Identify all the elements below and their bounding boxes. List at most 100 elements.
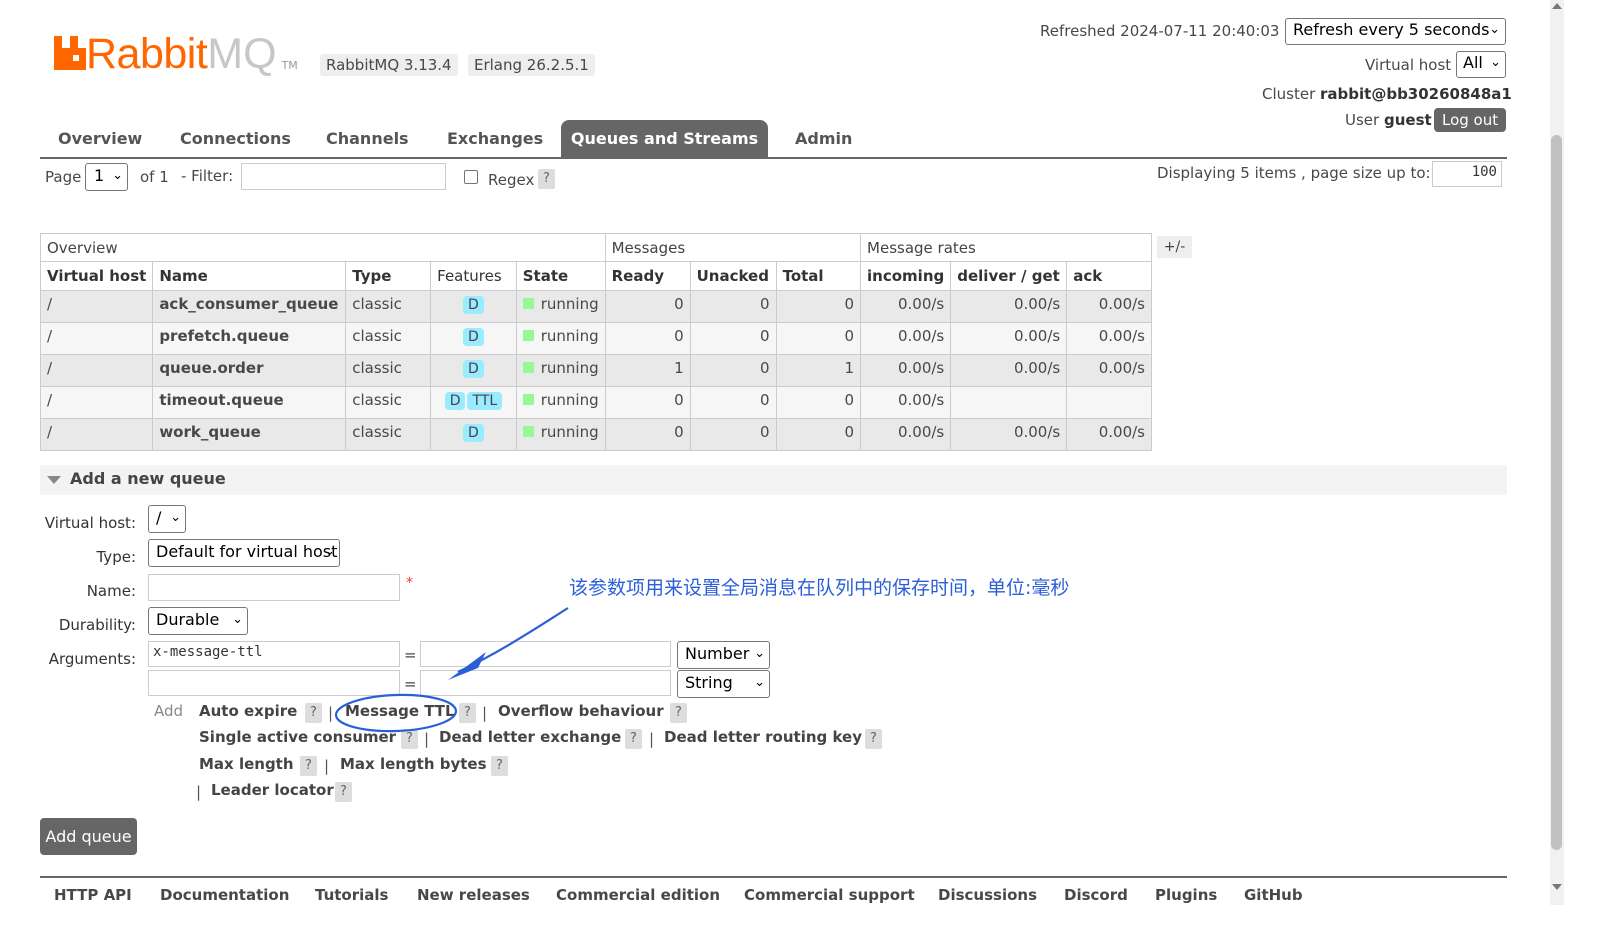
- regex-checkbox[interactable]: [464, 170, 478, 184]
- add-arg-max-length-link[interactable]: Max length: [199, 755, 294, 773]
- refresh-interval-select[interactable]: Refresh every 5 seconds ⌄: [1285, 18, 1506, 45]
- filter-input[interactable]: [241, 163, 446, 190]
- add-arg-max-length-bytes-link[interactable]: Max length bytes: [340, 755, 487, 773]
- column-header-deliver-get[interactable]: deliver / get: [950, 261, 1068, 291]
- cell-ready: 0: [604, 290, 691, 323]
- column-header-state[interactable]: State: [515, 261, 606, 291]
- page-size-input[interactable]: 100: [1432, 161, 1502, 187]
- footer-link-commercial-edition[interactable]: Commercial edition: [556, 886, 720, 904]
- queue-name-link[interactable]: work_queue: [152, 418, 347, 451]
- footer-link-documentation[interactable]: Documentation: [160, 886, 289, 904]
- scrollbar-thumb[interactable]: [1551, 135, 1562, 850]
- queue-name-link[interactable]: timeout.queue: [152, 386, 347, 419]
- cell-unacked: 0: [689, 418, 777, 451]
- cell-incoming: 0.00/s: [860, 290, 952, 323]
- rabbit-logo-icon: [54, 36, 86, 70]
- feature-badge-ttl: TTL: [467, 392, 503, 410]
- form-label-arguments: Arguments:: [48, 650, 136, 668]
- footer-link-new-releases[interactable]: New releases: [417, 886, 530, 904]
- help-auto-expire-button[interactable]: ?: [305, 703, 322, 723]
- column-header-unacked[interactable]: Unacked: [689, 261, 777, 291]
- cell-total: 0: [775, 386, 862, 419]
- column-header-incoming[interactable]: incoming: [860, 261, 952, 291]
- table-row[interactable]: / ack_consumer_queue classic D running 0…: [39, 290, 1152, 323]
- user-name: guest: [1383, 111, 1432, 129]
- footer-link-plugins[interactable]: Plugins: [1155, 886, 1217, 904]
- page-label: Page: [45, 168, 82, 186]
- footer-link-discord[interactable]: Discord: [1064, 886, 1128, 904]
- scroll-up-arrow-icon[interactable]: [1552, 3, 1562, 9]
- column-header-ready[interactable]: Ready: [604, 261, 691, 291]
- table-row[interactable]: / queue.order classic D running 1 0 1 0.…: [39, 354, 1152, 387]
- add-arg-leader-locator-link[interactable]: Leader locator: [211, 781, 334, 799]
- vhost-filter-select[interactable]: All ⌄: [1456, 51, 1506, 78]
- cell-total: 0: [775, 290, 862, 323]
- column-header-name[interactable]: Name: [152, 261, 347, 291]
- feature-badge-durable: D: [444, 392, 466, 410]
- form-label-type: Type:: [96, 548, 136, 566]
- column-header-total[interactable]: Total: [775, 261, 862, 291]
- cell-features: D: [430, 290, 517, 323]
- cell-unacked: 0: [689, 386, 777, 419]
- table-row[interactable]: / work_queue classic D running 0 0 0 0.0…: [39, 418, 1152, 451]
- footer-link-commercial-support[interactable]: Commercial support: [744, 886, 915, 904]
- add-queue-vhost-value: /: [156, 508, 162, 527]
- help-max-length-button[interactable]: ?: [300, 756, 317, 776]
- logout-button[interactable]: Log out: [1434, 108, 1507, 132]
- table-row[interactable]: / timeout.queue classic D TTL running 0 0…: [39, 386, 1152, 419]
- footer-link-discussions[interactable]: Discussions: [938, 886, 1037, 904]
- cell-ack: 0.00/s: [1066, 354, 1152, 387]
- cell-state: running: [515, 386, 606, 419]
- queue-name-link[interactable]: ack_consumer_queue: [152, 290, 347, 323]
- column-header-virtual-host[interactable]: Virtual host: [39, 261, 154, 291]
- refreshed-timestamp: Refreshed 2024-07-11 20:40:03: [1040, 22, 1280, 40]
- help-dead-letter-exchange-button[interactable]: ?: [625, 729, 642, 749]
- rabbitmq-logo[interactable]: Rabbit MQ TM: [54, 28, 298, 76]
- add-queue-section-header[interactable]: Add a new queue: [40, 465, 1507, 495]
- tab-queues-and-streams[interactable]: Queues and Streams: [561, 120, 768, 158]
- state-running-icon: [522, 362, 534, 373]
- erlang-version: Erlang 26.2.5.1: [468, 54, 595, 76]
- cell-state: running: [515, 322, 606, 355]
- help-overflow-button[interactable]: ?: [670, 703, 687, 723]
- argument-type-select[interactable]: Number ⌄: [677, 641, 770, 669]
- tab-channels[interactable]: Channels: [326, 120, 409, 158]
- column-header-ack[interactable]: ack: [1066, 261, 1152, 291]
- footer-link-github[interactable]: GitHub: [1244, 886, 1303, 904]
- state-running-icon: [522, 330, 534, 341]
- help-leader-locator-button[interactable]: ?: [335, 782, 352, 802]
- cell-features: D TTL: [430, 386, 517, 419]
- add-arg-dead-letter-routing-key-link[interactable]: Dead letter routing key: [664, 728, 862, 746]
- help-dead-letter-routing-key-button[interactable]: ?: [865, 729, 882, 749]
- footer-link-http-api[interactable]: HTTP API: [54, 886, 132, 904]
- argument-type-select[interactable]: String ⌄: [677, 670, 770, 698]
- queue-name-link[interactable]: prefetch.queue: [152, 322, 347, 355]
- queue-name-input[interactable]: [148, 574, 400, 601]
- chevron-down-icon: ⌄: [112, 168, 123, 183]
- queue-name-link[interactable]: queue.order: [152, 354, 347, 387]
- tab-overview[interactable]: Overview: [58, 120, 142, 158]
- cell-ready: 1: [604, 354, 691, 387]
- regex-help-button[interactable]: ?: [538, 169, 555, 189]
- table-row[interactable]: / prefetch.queue classic D running 0 0 0…: [39, 322, 1152, 355]
- cell-type: classic: [345, 290, 432, 323]
- column-header-type[interactable]: Type: [345, 261, 432, 291]
- column-toggle-button[interactable]: +/-: [1157, 236, 1192, 258]
- tab-admin[interactable]: Admin: [795, 120, 852, 158]
- add-queue-button[interactable]: Add queue: [40, 818, 137, 855]
- page-select[interactable]: 1 ⌄: [85, 163, 128, 191]
- footer-link-tutorials[interactable]: Tutorials: [315, 886, 388, 904]
- durability-select[interactable]: Durable ⌄: [148, 607, 248, 635]
- tab-exchanges[interactable]: Exchanges: [447, 120, 543, 158]
- state-running-icon: [522, 298, 534, 309]
- scroll-down-arrow-icon[interactable]: [1552, 884, 1562, 890]
- durability-value: Durable: [156, 610, 220, 629]
- tab-connections[interactable]: Connections: [180, 120, 291, 158]
- footer-divider: [40, 876, 1507, 878]
- add-arg-auto-expire-link[interactable]: Auto expire: [199, 702, 297, 720]
- cell-deliver-get: 0.00/s: [950, 322, 1068, 355]
- add-queue-vhost-select[interactable]: / ⌄: [148, 505, 186, 533]
- cell-incoming: 0.00/s: [860, 386, 952, 419]
- queue-type-select[interactable]: Default for virtual host ⌄: [148, 539, 340, 567]
- help-max-length-bytes-button[interactable]: ?: [491, 756, 508, 776]
